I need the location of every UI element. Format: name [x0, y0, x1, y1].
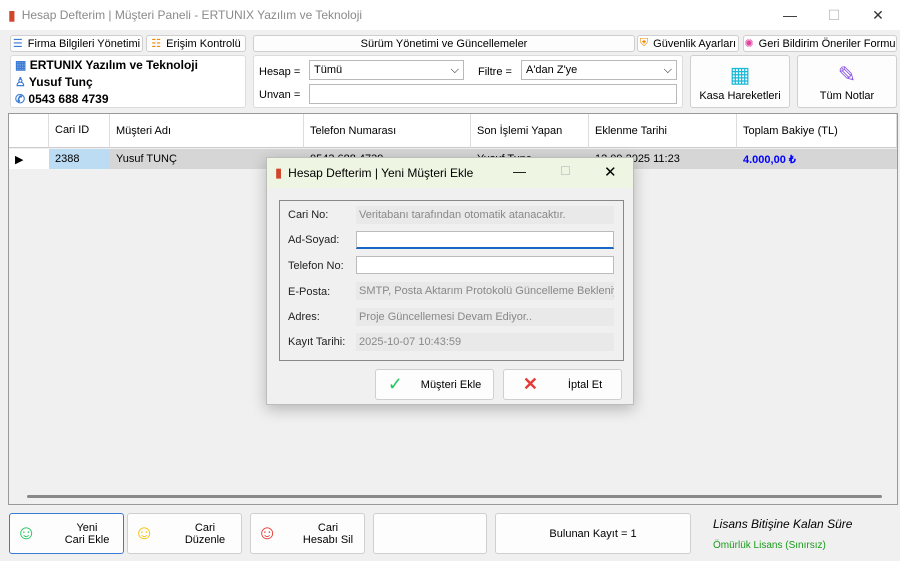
app-icon: ▮: [8, 6, 16, 23]
close-button[interactable]: ✕: [856, 0, 900, 30]
app-icon: ▮: [275, 165, 283, 180]
col-son-islem[interactable]: Son İşlemi Yapan: [471, 114, 589, 148]
access-icon: ☷: [151, 38, 162, 50]
license-value: Ömürlük Lisans (Sınırsız): [713, 540, 826, 551]
horizontal-scrollbar[interactable]: [27, 495, 882, 498]
tum-notlar-button[interactable]: ✎ Tüm Notlar: [797, 55, 897, 108]
calculator-icon: ▦: [729, 61, 751, 87]
dialog-title-bar: ▮ Hesap Defterim | Yeni Müşteri Ekle — ☐…: [267, 158, 633, 188]
add-user-icon: ☺: [16, 522, 37, 544]
adres-field: Proje Güncellemesi Devam Ediyor..: [356, 308, 614, 326]
geri-bildirim-button[interactable]: ✺ Geri Bildirim Öneriler Formu: [743, 35, 897, 52]
telefon-input[interactable]: [356, 256, 614, 274]
hesap-select[interactable]: Tümü ⌵: [309, 60, 464, 80]
user-icon: ♙: [15, 75, 26, 89]
chevron-down-icon: ⌵: [663, 63, 672, 76]
col-musteri-adi[interactable]: Müşteri Adı: [110, 114, 304, 148]
iptal-button[interactable]: ✕ İptal Et: [503, 369, 622, 400]
edit-user-icon: ☺: [134, 522, 155, 544]
shield-icon: ⛨: [639, 37, 649, 49]
dialog-minimize-button[interactable]: —: [513, 164, 526, 179]
cari-no-field: Veritabanı tarafından otomatik atanacakt…: [356, 206, 614, 224]
filter-panel: Hesap = Tümü ⌵ Filtre = A'dan Z'ye ⌵ Unvan…: [253, 55, 683, 108]
info-panel: ▦ ERTUNIX Yazılım ve Teknoloji ♙ Yusuf T…: [10, 55, 246, 108]
cari-duzenle-button[interactable]: ☺ Cari Düzenle: [127, 513, 242, 554]
minimize-button[interactable]: —: [768, 0, 812, 30]
maximize-button[interactable]: ☐: [812, 0, 856, 30]
empty-panel: [373, 513, 487, 554]
window-title: Hesap Defterim | Müşteri Paneli - ERTUNI…: [21, 8, 363, 22]
x-icon: ✕: [522, 374, 538, 394]
col-bakiye[interactable]: Toplam Bakiye (TL): [737, 114, 897, 148]
firma-bilgileri-button[interactable]: ☰ Firma Bilgileri Yönetimi: [10, 35, 143, 52]
eposta-field: SMTP, Posta Aktarım Protokolü Güncelleme…: [356, 282, 614, 300]
kasa-hareketleri-button[interactable]: ▦ Kasa Hareketleri: [690, 55, 790, 108]
unvan-input[interactable]: [309, 84, 677, 104]
check-circle-icon: ✓: [387, 374, 403, 394]
sliders-icon: ☰: [12, 38, 23, 50]
col-telefon[interactable]: Telefon Numarası: [304, 114, 471, 148]
record-count: Bulunan Kayıt = 1: [495, 513, 691, 554]
surum-button[interactable]: Sürüm Yönetimi ve Güncellemeler: [253, 35, 635, 52]
dialog-close-button[interactable]: ✕: [604, 163, 617, 181]
ad-soyad-input[interactable]: [356, 231, 614, 249]
erisim-kontrolu-button[interactable]: ☷ Erişim Kontrolü: [146, 35, 246, 52]
col-eklenme[interactable]: Eklenme Tarihi: [589, 114, 737, 148]
yeni-cari-ekle-button[interactable]: ☺ Yeni Cari Ekle: [9, 513, 124, 554]
notes-icon: ✎: [837, 61, 857, 87]
cari-sil-button[interactable]: ☺ Cari Hesabı Sil: [250, 513, 365, 554]
dialog-maximize-button[interactable]: ☐: [560, 164, 571, 178]
chevron-down-icon: ⌵: [450, 63, 459, 76]
filtre-select[interactable]: A'dan Z'ye ⌵: [521, 60, 677, 80]
delete-user-icon: ☺: [257, 522, 278, 544]
musteri-ekle-button[interactable]: ✓ Müşteri Ekle: [375, 369, 494, 400]
kayit-tarihi-field: 2025-10-07 10:43:59: [356, 333, 614, 351]
guvenlik-button[interactable]: ⛨ Güvenlik Ayarları: [637, 35, 739, 52]
license-title: Lisans Bitişine Kalan Süre: [713, 517, 853, 531]
title-bar: ▮ Hesap Defterim | Müşteri Paneli - ERTU…: [0, 0, 900, 30]
new-customer-dialog: ▮ Hesap Defterim | Yeni Müşteri Ekle — ☐…: [266, 157, 634, 405]
phone-icon: ✆: [15, 92, 26, 106]
col-cari-id[interactable]: Cari ID: [49, 114, 110, 148]
row-selector-icon[interactable]: ▶: [9, 149, 49, 169]
building-icon: ▦: [15, 58, 27, 72]
feedback-icon: ✺: [744, 38, 754, 50]
customer-form: Cari No: Veritabanı tarafından otomatik …: [279, 200, 624, 361]
